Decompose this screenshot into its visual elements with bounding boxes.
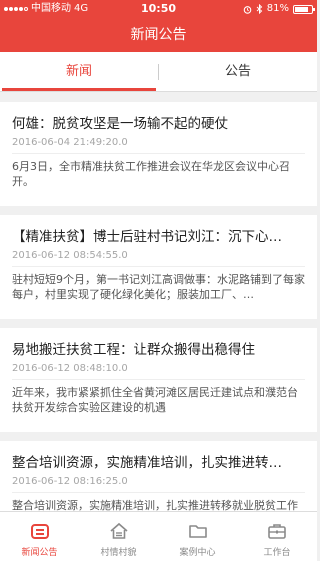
segment-tabs: 新闻 公告 [0,52,317,92]
news-title: 易地搬迁扶贫工程：让群众搬得出稳得住 [12,342,255,358]
news-item[interactable]: 整合培训资源，实施精准培训，扎实推进转… 2016-06-12 08:16:25… [0,441,317,511]
tab-news[interactable]: 新闻 [0,52,158,91]
bottom-tab-bar: 新闻公告 村情村貌 案例中心 工作台 [0,511,317,561]
news-summary: 近年来，我市紧紧抓住全省黄河滩区居民迁建试点和濮范台扶贫开发综合实验区建设的机遇 [12,386,298,414]
news-item[interactable]: 易地搬迁扶贫工程：让群众搬得出稳得住 2016-06-12 08:48:10.0… [0,328,317,432]
news-title: 整合培训资源，实施精准培训，扎实推进转… [12,455,282,471]
news-separator [12,153,305,154]
active-tab-indicator [2,88,156,91]
briefcase-icon [268,524,286,539]
news-summary: 驻村短短9个月，第一书记刘江高调做事：水泥路铺到了每家每户，村里实现了硬化绿化美… [12,273,305,301]
tab-announcements[interactable]: 公告 [159,52,317,91]
news-date: 2016-06-04 21:49:20.0 [12,137,128,148]
tabbar-item-news[interactable]: 新闻公告 [0,512,79,561]
status-bar: 中国移动 4G 10:50 81% [0,0,317,18]
battery-percent: 81% [266,3,289,14]
status-right: 81% [243,0,315,18]
battery-fill [295,6,308,12]
tabbar-label: 案例中心 [179,548,216,558]
news-date: 2016-06-12 08:54:55.0 [12,250,128,261]
top-bar: 中国移动 4G 10:50 81% 新闻公告 [0,0,317,52]
tabbar-item-cases[interactable]: 案例中心 [158,512,237,561]
house-icon [110,522,128,539]
folder-icon [189,525,207,538]
page-title: 新闻公告 [130,27,187,43]
news-icon [31,524,49,539]
news-date: 2016-06-12 08:48:10.0 [12,363,128,374]
news-separator [12,379,305,380]
tabbar-item-workbench[interactable]: 工作台 [237,512,317,561]
bluetooth-icon [256,4,262,14]
tabbar-label: 村情村貌 [100,548,137,558]
news-separator [12,266,305,267]
news-item[interactable]: 【精准扶贫】博士后驻村书记刘江：沉下心… 2016-06-12 08:54:55… [0,215,317,319]
news-summary: 整合培训资源，实施精准培训，扎实推进转移就业脱贫工作 [12,499,298,511]
tabbar-label: 新闻公告 [21,548,58,558]
alarm-icon [243,5,252,14]
news-item[interactable]: 何雄：脱贫攻坚是一场输不起的硬仗 2016-06-04 21:49:20.0 6… [0,102,317,206]
news-title: 【精准扶贫】博士后驻村书记刘江：沉下心… [12,229,282,245]
battery-icon [293,4,315,14]
news-separator [12,492,305,493]
news-title: 何雄：脱贫攻坚是一场输不起的硬仗 [12,116,228,132]
tabbar-label: 工作台 [263,548,291,558]
tabbar-item-village[interactable]: 村情村貌 [79,512,158,561]
news-date: 2016-06-12 08:16:25.0 [12,476,128,487]
news-summary: 6月3日，全市精准扶贫工作推进会议在华龙区会议中心召开。 [12,160,290,188]
